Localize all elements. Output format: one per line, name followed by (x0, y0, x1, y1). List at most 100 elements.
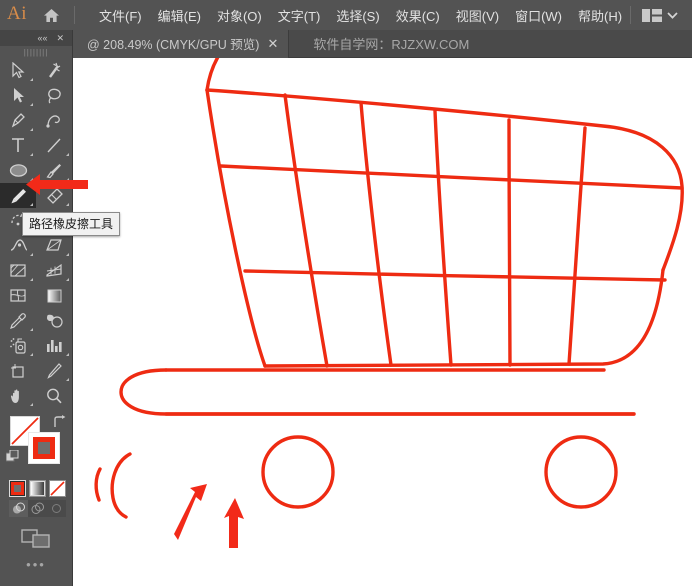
document-tab[interactable]: @ 208.49% (CMYK/GPU 预览) ✕ (73, 30, 289, 58)
curvature-tool[interactable] (36, 108, 72, 133)
gradient-swatch-icon (31, 482, 44, 495)
lasso-tool[interactable] (36, 83, 72, 108)
bar-chart-icon (45, 337, 63, 354)
draw-inside-icon (50, 502, 63, 515)
selection-arrow-icon (11, 62, 26, 79)
menu-item-view[interactable]: 视图(V) (448, 2, 507, 29)
width-tool-icon (9, 237, 28, 254)
paintbrush-icon (45, 162, 63, 180)
screen-mode-icon (21, 527, 51, 549)
column-graph-tool[interactable] (36, 333, 72, 358)
pen-tool[interactable] (0, 108, 36, 133)
slice-tool[interactable] (36, 358, 72, 383)
draw-inside-button[interactable] (47, 500, 66, 517)
path-eraser-pencil-icon (9, 187, 28, 205)
type-T-icon (11, 137, 25, 154)
none-mode-button[interactable] (49, 480, 66, 497)
illustrator-window: Ai 文件(F) 编辑(E) 对象(O) 文字(T) 选择(S) 效果(C) 视… (0, 0, 692, 586)
menu-item-type[interactable]: 文字(T) (270, 2, 329, 29)
menu-item-object[interactable]: 对象(O) (209, 2, 270, 29)
free-transform-icon (45, 237, 63, 254)
none-slash-small-icon (50, 481, 65, 496)
menu-item-effect[interactable]: 效果(C) (388, 2, 448, 29)
draw-normal-icon (12, 502, 25, 515)
home-icon (43, 8, 60, 23)
symbol-sprayer-icon (9, 337, 28, 355)
line-segment-icon (46, 137, 62, 154)
eyedropper-icon (9, 312, 27, 330)
gradient-tool[interactable] (36, 283, 72, 308)
hand-tool[interactable] (0, 383, 36, 408)
close-icon[interactable]: ✕ (267, 37, 278, 50)
fill-stroke-swatches (0, 414, 72, 476)
menu-item-file[interactable]: 文件(F) (91, 2, 150, 29)
close-panel-icon[interactable]: ✕ (56, 34, 64, 43)
gradient-icon (46, 288, 63, 304)
magnifier-icon (45, 387, 63, 405)
draw-mode-row (0, 497, 72, 517)
type-tool[interactable] (0, 133, 36, 158)
zoom-tool[interactable] (36, 383, 72, 408)
hand-icon (9, 387, 27, 405)
line-segment-tool[interactable] (36, 133, 72, 158)
panel-grip-handle[interactable]: |||||||| (0, 46, 72, 58)
site-watermark: 软件自学网：RJZXW.COM (313, 34, 469, 53)
blend-icon (45, 313, 64, 329)
eyedropper-tool[interactable] (0, 308, 36, 333)
tool-tooltip: 路径橡皮擦工具 (22, 212, 120, 236)
default-fill-stroke-icon[interactable] (6, 450, 19, 468)
magic-wand-icon (46, 62, 62, 79)
menu-item-window[interactable]: 窗口(W) (507, 2, 570, 29)
free-transform-tool[interactable] (36, 233, 72, 258)
gradient-mode-button[interactable] (29, 480, 46, 497)
pen-nib-icon (10, 112, 27, 129)
blend-tool[interactable] (36, 308, 72, 333)
menu-item-select[interactable]: 选择(S) (328, 2, 387, 29)
magic-wand-tool[interactable] (36, 58, 72, 83)
tools-panel: «« ✕ |||||||| (0, 30, 73, 586)
menu-item-list: 文件(F) 编辑(E) 对象(O) 文字(T) 选择(S) 效果(C) 视图(V… (91, 2, 630, 29)
eraser-tool[interactable] (36, 183, 72, 208)
tools-panel-header: «« ✕ (0, 30, 72, 46)
menubar-divider-2 (630, 6, 631, 24)
document-tab-label: @ 208.49% (CMYK/GPU 预览) (87, 34, 259, 53)
menu-item-edit[interactable]: 编辑(E) (150, 2, 209, 29)
ellipse-icon (9, 163, 28, 178)
draw-normal-button[interactable] (9, 500, 28, 517)
selection-tool[interactable] (0, 58, 36, 83)
mesh-tool[interactable] (0, 283, 36, 308)
shape-builder-icon (9, 262, 27, 279)
perspective-grid-tool[interactable] (36, 258, 72, 283)
home-button[interactable] (34, 8, 68, 23)
paint-mode-row (0, 476, 72, 497)
curvature-icon (45, 112, 63, 129)
chevron-down-icon (667, 12, 678, 19)
draw-behind-icon (31, 502, 44, 515)
color-mode-button[interactable] (9, 480, 26, 497)
workspace-layout-icon (642, 8, 662, 23)
lasso-icon (45, 87, 63, 104)
ellipse-tool[interactable] (0, 158, 36, 183)
screen-mode-button[interactable] (0, 517, 72, 549)
artboard-icon (9, 362, 27, 379)
mesh-icon (9, 287, 27, 304)
shopping-cart-artwork (73, 58, 692, 586)
width-tool[interactable] (0, 233, 36, 258)
collapse-icon[interactable]: «« (37, 34, 47, 43)
symbol-sprayer-tool[interactable] (0, 333, 36, 358)
app-logo: Ai (0, 3, 34, 27)
direct-selection-tool[interactable] (0, 83, 36, 108)
stroke-color-swatch[interactable] (28, 432, 60, 464)
menubar-divider-1 (74, 6, 75, 24)
more-tools-button[interactable]: ••• (0, 549, 72, 572)
path-eraser-tool[interactable] (0, 183, 36, 208)
direct-selection-arrow-icon (12, 87, 25, 104)
eraser-icon (45, 187, 64, 205)
draw-behind-button[interactable] (28, 500, 47, 517)
shape-builder-tool[interactable] (0, 258, 36, 283)
workspace-switcher[interactable] (616, 0, 686, 30)
slice-knife-icon (45, 362, 63, 380)
artboard-tool[interactable] (0, 358, 36, 383)
paintbrush-tool[interactable] (36, 158, 72, 183)
artboard-canvas[interactable] (73, 58, 692, 586)
